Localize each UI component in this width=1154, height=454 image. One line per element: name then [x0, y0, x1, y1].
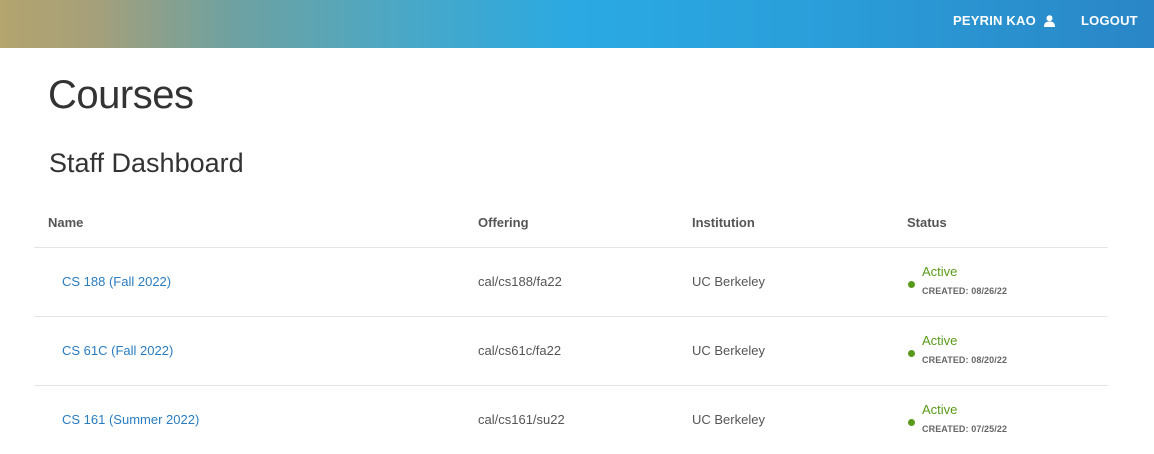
column-header-name[interactable]: Name: [48, 215, 83, 230]
table-row: CS 188 (Fall 2022) cal/cs188/fa22 UC Ber…: [34, 248, 1108, 317]
created-date: CREATED: 07/25/22: [922, 424, 1008, 434]
status-label: Active: [922, 402, 958, 417]
created-date: CREATED: 08/26/22: [922, 286, 1008, 296]
offering-cell: cal/cs188/fa22: [478, 274, 562, 289]
logout-link[interactable]: LOGOUT: [1081, 13, 1138, 28]
table-row: CS 61C (Fall 2022) cal/cs61c/fa22 UC Ber…: [34, 317, 1108, 386]
institution-cell: UC Berkeley: [692, 343, 765, 358]
status-dot-icon: [908, 350, 915, 357]
top-navbar: PEYRIN KAO LOGOUT: [0, 0, 1154, 48]
offering-cell: cal/cs61c/fa22: [478, 343, 562, 358]
user-name: PEYRIN KAO: [953, 13, 1036, 28]
column-header-offering[interactable]: Offering: [478, 215, 529, 230]
page-title: Courses: [48, 73, 194, 117]
status-dot-icon: [908, 419, 915, 426]
created-date: CREATED: 08/20/22: [922, 355, 1008, 365]
column-header-status[interactable]: Status: [907, 215, 947, 230]
user-menu[interactable]: PEYRIN KAO: [953, 13, 1055, 28]
courses-table: Name Offering Institution Status CS 188 …: [34, 200, 1108, 454]
status-label: Active: [922, 333, 958, 348]
course-name-link[interactable]: CS 61C (Fall 2022): [62, 343, 173, 358]
column-header-institution[interactable]: Institution: [692, 215, 755, 230]
table-row: CS 161 (Summer 2022) cal/cs161/su22 UC B…: [34, 386, 1108, 454]
course-name-link[interactable]: CS 188 (Fall 2022): [62, 274, 171, 289]
status-dot-icon: [908, 281, 915, 288]
institution-cell: UC Berkeley: [692, 412, 765, 427]
user-icon: [1043, 14, 1055, 27]
table-header: Name Offering Institution Status: [34, 200, 1108, 248]
offering-cell: cal/cs161/su22: [478, 412, 565, 427]
section-title: Staff Dashboard: [49, 148, 244, 178]
status-label: Active: [922, 264, 958, 279]
institution-cell: UC Berkeley: [692, 274, 765, 289]
course-name-link[interactable]: CS 161 (Summer 2022): [62, 412, 199, 427]
